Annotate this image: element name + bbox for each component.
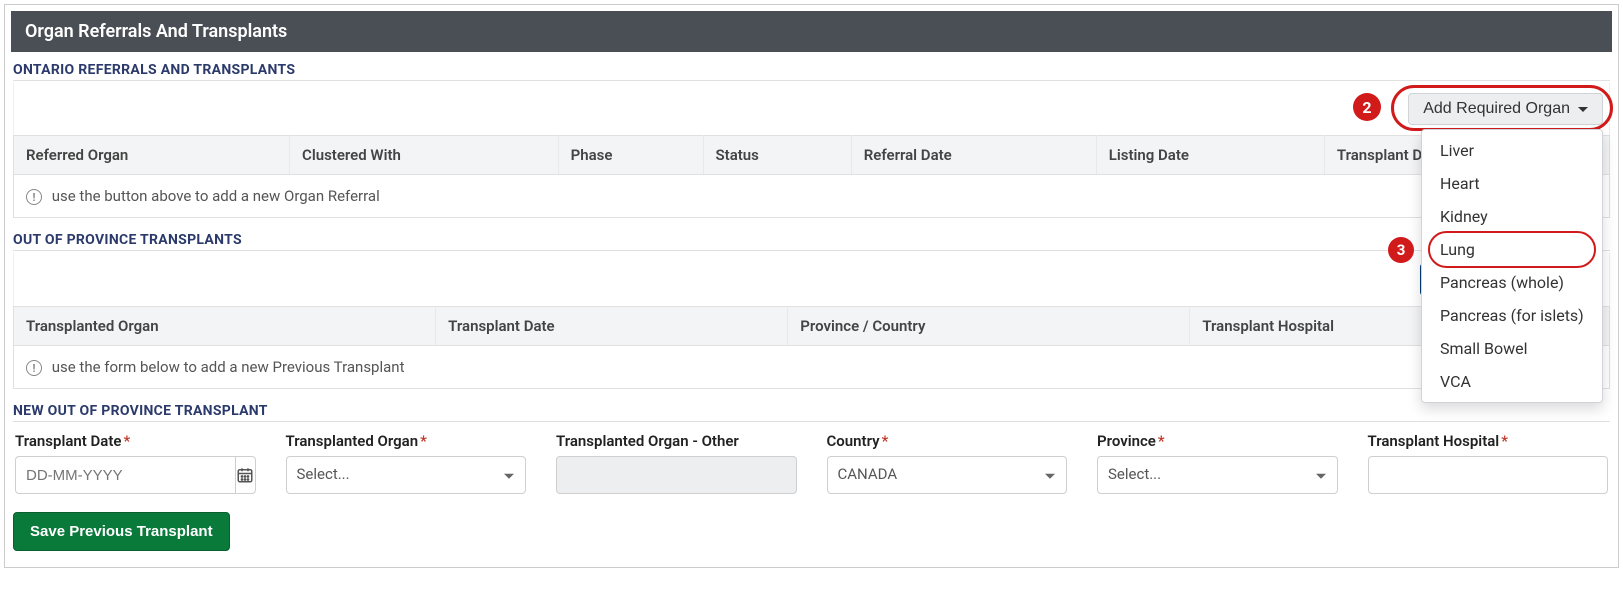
panel-title: Organ Referrals And Transplants [11, 11, 1612, 52]
col-listing-date: Listing Date [1096, 136, 1324, 175]
organ-option-pancreas-islets[interactable]: Pancreas (for islets) [1422, 299, 1602, 332]
col-clustered-with: Clustered With [290, 136, 559, 175]
organ-option-lung[interactable]: Lung 3 [1422, 233, 1602, 266]
oop-toolbar: Create Out of Province [13, 253, 1610, 306]
panel: Organ Referrals And Transplants ONTARIO … [4, 4, 1619, 568]
input-transplanted-organ-other [556, 456, 797, 494]
ontario-section: ONTARIO REFERRALS AND TRANSPLANTS Add Re… [11, 52, 1612, 222]
col-phase: Phase [558, 136, 703, 175]
label-country: Country* [827, 432, 1068, 450]
oop-section-title: OUT OF PROVINCE TRANSPLANTS [13, 232, 1610, 251]
add-required-organ-button[interactable]: Add Required Organ [1408, 93, 1603, 125]
new-oop-section: NEW OUT OF PROVINCE TRANSPLANT Transplan… [11, 393, 1612, 555]
organ-option-small-bowel[interactable]: Small Bowel [1422, 332, 1602, 365]
field-transplant-date: Transplant Date* [15, 432, 256, 494]
oop-empty-message: use the form below to add a new Previous… [52, 358, 405, 376]
calendar-button[interactable] [235, 456, 256, 494]
label-transplanted-organ: Transplanted Organ* [286, 432, 527, 450]
info-icon: ! [26, 360, 42, 376]
select-country[interactable]: CANADA [827, 456, 1068, 494]
organ-option-vca[interactable]: VCA [1422, 365, 1602, 398]
save-previous-transplant-button[interactable]: Save Previous Transplant [13, 512, 230, 551]
info-icon: ! [26, 189, 42, 205]
select-province[interactable]: Select... [1097, 456, 1338, 494]
ontario-table: Referred Organ Clustered With Phase Stat… [13, 135, 1610, 218]
label-transplant-hospital: Transplant Hospital* [1368, 432, 1609, 450]
input-transplant-date[interactable] [15, 456, 235, 494]
calendar-icon [236, 466, 254, 484]
new-oop-form-row: Transplant Date* [13, 424, 1610, 512]
oop-section: OUT OF PROVINCE TRANSPLANTS Create Out o… [11, 222, 1612, 393]
field-transplanted-organ-other: Transplanted Organ - Other [556, 432, 797, 494]
col-status: Status [703, 136, 851, 175]
col-referred-organ: Referred Organ [14, 136, 290, 175]
add-required-organ-label: Add Required Organ [1423, 100, 1570, 118]
ontario-empty-message: use the button above to add a new Organ … [52, 187, 380, 205]
col-province-country: Province / Country [788, 307, 1190, 346]
organ-option-pancreas-whole[interactable]: Pancreas (whole) [1422, 266, 1602, 299]
organ-dropdown-menu: Liver Heart Kidney Lung 3 Pancreas (whol… [1421, 129, 1603, 403]
organ-option-kidney[interactable]: Kidney [1422, 200, 1602, 233]
organ-option-lung-label: Lung [1440, 240, 1475, 259]
col-referral-date: Referral Date [851, 136, 1096, 175]
ontario-empty-row: ! use the button above to add a new Orga… [14, 175, 1610, 218]
label-province: Province* [1097, 432, 1338, 450]
field-transplant-hospital: Transplant Hospital* [1368, 432, 1609, 494]
field-province: Province* Select... [1097, 432, 1338, 494]
oop-empty-row: ! use the form below to add a new Previo… [14, 346, 1610, 389]
organ-option-heart[interactable]: Heart [1422, 167, 1602, 200]
field-transplanted-organ: Transplanted Organ* Select... [286, 432, 527, 494]
col-oop-transplant-date: Transplant Date [436, 307, 788, 346]
organ-option-liver[interactable]: Liver [1422, 134, 1602, 167]
ontario-toolbar: Add Required Organ 2 Liver Heart Kidney … [13, 83, 1610, 135]
label-transplanted-organ-other: Transplanted Organ - Other [556, 432, 797, 450]
input-transplant-hospital[interactable] [1368, 456, 1609, 494]
ontario-section-title: ONTARIO REFERRALS AND TRANSPLANTS [13, 62, 1610, 81]
select-transplanted-organ[interactable]: Select... [286, 456, 527, 494]
annotation-badge-2: 2 [1353, 93, 1381, 121]
col-transplanted-organ: Transplanted Organ [14, 307, 436, 346]
new-oop-title: NEW OUT OF PROVINCE TRANSPLANT [13, 403, 1610, 422]
field-country: Country* CANADA [827, 432, 1068, 494]
label-transplant-date: Transplant Date* [15, 432, 256, 450]
caret-down-icon [1578, 107, 1588, 112]
oop-table: Transplanted Organ Transplant Date Provi… [13, 306, 1610, 389]
